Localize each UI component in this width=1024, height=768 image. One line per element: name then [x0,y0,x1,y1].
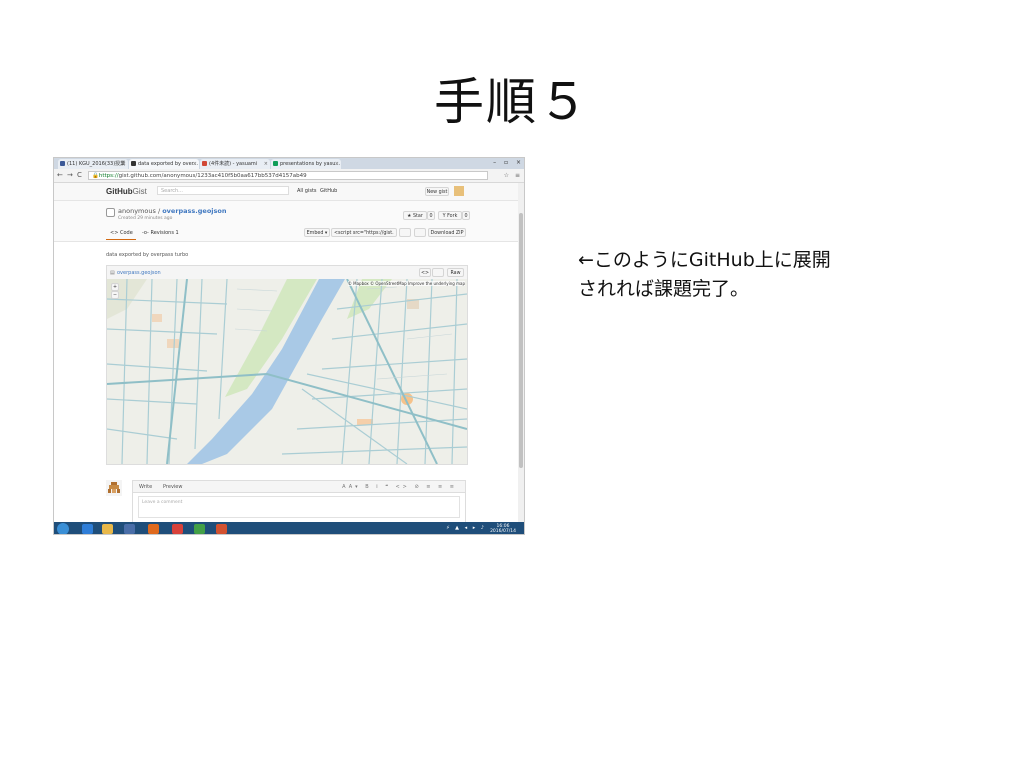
windows-taskbar: ⚡ ▲ ◂ ▸ ♪ 16:06 2016/07/14 [54,522,524,534]
caption-line-2: されれば課題完了。 [578,278,750,300]
embed-code-input[interactable]: <script src="https://gist. [331,228,397,237]
nav-github[interactable]: GitHub [320,188,337,194]
comment-section: Write Preview AA▾ B i ❝ <> ⊘ ≡ ≡ ≡ Leave… [106,478,468,523]
close-icon[interactable]: × [264,159,268,169]
star-count: 0 [427,211,435,220]
file-view-icon[interactable] [432,268,444,277]
revisions-count: 1 [175,230,179,236]
address-bar: ← → C 🔒https://gist.github.com/anonymous… [54,169,524,183]
chrome-icon[interactable] [172,524,183,534]
github-icon [131,161,136,166]
gist-description: data exported by overpass turbo [106,252,189,258]
start-button-icon[interactable] [57,523,69,534]
comment-box: Write Preview AA▾ B i ❝ <> ⊘ ≡ ≡ ≡ Leave… [132,480,466,523]
active-tab-indicator [106,239,136,240]
gist-repo-header: anonymous / overpass.geojson Created 29 … [54,201,520,242]
embed-dropdown[interactable]: Embed ▾ [304,228,330,237]
comment-tabs: Write Preview AA▾ B i ❝ <> ⊘ ≡ ≡ ≡ [133,481,465,493]
geojson-map[interactable]: + − © Mapbox © OpenStreetMap Improve the… [107,279,467,464]
facebook-icon [60,161,65,166]
zoom-out-button[interactable]: − [111,291,119,299]
code-view-button[interactable]: <> [419,268,431,277]
powerpoint-icon[interactable] [216,524,227,534]
gist-page: GitHubGist Search... All gists GitHub Ne… [54,183,520,523]
file-icon: ▤ [110,270,115,276]
desktop-icon[interactable] [414,228,426,237]
forward-arrow-icon[interactable]: → [67,171,73,179]
search-input[interactable]: Search... [157,186,289,195]
user-avatar-icon[interactable] [454,186,464,196]
star-button[interactable]: ★ Star [403,211,427,220]
file-header: ▤ overpass.geojson <> Raw [107,266,467,280]
system-tray[interactable]: ⚡ ▲ ◂ ▸ ♪ [446,525,486,531]
scrollbar-thumb[interactable] [519,213,523,468]
fork-count: 0 [462,211,470,220]
tab-label: (4件未読) - yasuami [209,161,258,167]
folder-icon[interactable] [102,524,113,534]
slides-icon [273,161,278,166]
menu-icon[interactable]: ☆ ≡ [504,172,522,179]
tab-label: presentations by yasu... [280,161,341,167]
browser-tab-bar: (11) KGU_2016(33)授業 × data exported by o… [54,158,524,169]
tab-code[interactable]: <> Code [110,230,133,236]
identicon-icon [108,482,120,493]
commenter-avatar-icon [106,480,122,496]
media-player-icon[interactable] [124,524,135,534]
slide-title: 手順５ [434,73,590,131]
tab-write[interactable]: Write [139,484,152,490]
new-gist-button[interactable]: New gist [425,187,449,196]
tab-revisions[interactable]: -o- Revisions 1 [142,230,179,236]
created-time: Created 29 minutes ago [118,216,173,221]
comment-input[interactable]: Leave a comment [138,496,460,518]
caption-line-1: ←このようにGitHub上に展開 [578,249,831,271]
formatting-toolbar[interactable]: AA▾ B i ❝ <> ⊘ ≡ ≡ ≡ [342,484,457,490]
url-input[interactable]: 🔒https://gist.github.com/anonymous/1233a… [88,171,488,180]
file-container: ▤ overpass.geojson <> Raw + − © Mapbox ©… [106,265,468,465]
gist-file-icon [106,208,115,217]
back-arrow-icon[interactable]: ← [57,171,63,179]
ie-icon[interactable] [82,524,93,534]
tab-label: data exported by over... [138,161,199,167]
lock-icon: 🔒 [92,173,99,179]
browser-tab-4[interactable]: presentations by yasu... × [271,159,341,169]
owner-link[interactable]: anonymous [118,207,156,215]
close-icon[interactable]: × [335,159,339,169]
page-scrollbar[interactable] [518,183,524,523]
logo-bold: GitHub [106,187,133,196]
firefox-icon[interactable] [148,524,159,534]
gist-title: anonymous / overpass.geojson [118,207,226,215]
nav-all-gists[interactable]: All gists [297,188,317,194]
tab-label: (11) KGU_2016(33)授業 [67,161,126,167]
file-name-link[interactable]: overpass.geojson [117,270,161,276]
url-scheme: https:// [98,173,119,179]
github-gist-logo[interactable]: GitHubGist [106,187,147,196]
reload-icon[interactable]: C [77,171,82,179]
browser-tab-2[interactable]: data exported by over... × [129,159,199,169]
taskbar-clock[interactable]: 16:06 2016/07/14 [490,524,516,534]
browser-tab-1[interactable]: (11) KGU_2016(33)授業 × [58,159,128,169]
url-path: gist.github.com/anonymous/1233ac410f5b0a… [118,173,307,179]
slide-caption: ←このようにGitHub上に展開 されれば課題完了。 [578,246,908,304]
close-icon[interactable]: × [193,159,197,169]
chrome-active-icon[interactable] [194,524,205,534]
clock-date: 2016/07/14 [490,529,516,534]
map-attribution[interactable]: © Mapbox © OpenStreetMap Improve the und… [347,281,465,286]
download-zip-button[interactable]: Download ZIP [428,228,466,237]
copy-icon[interactable] [399,228,411,237]
map-graphic [107,279,467,464]
close-icon[interactable]: × [122,159,126,169]
logo-light: Gist [132,187,147,196]
raw-button[interactable]: Raw [447,268,464,277]
gmail-icon [202,161,207,166]
fork-button[interactable]: Y Fork [438,211,462,220]
filename-link[interactable]: overpass.geojson [162,207,226,215]
revisions-label: -o- Revisions [142,230,174,236]
zoom-in-button[interactable]: + [111,283,119,291]
gist-header: GitHubGist Search... All gists GitHub Ne… [54,183,520,201]
browser-screenshot: (11) KGU_2016(33)授業 × data exported by o… [53,157,525,535]
tab-preview[interactable]: Preview [163,484,182,490]
browser-tab-3[interactable]: (4件未読) - yasuami × [200,159,270,169]
window-controls[interactable]: – ▫ × [493,159,524,166]
